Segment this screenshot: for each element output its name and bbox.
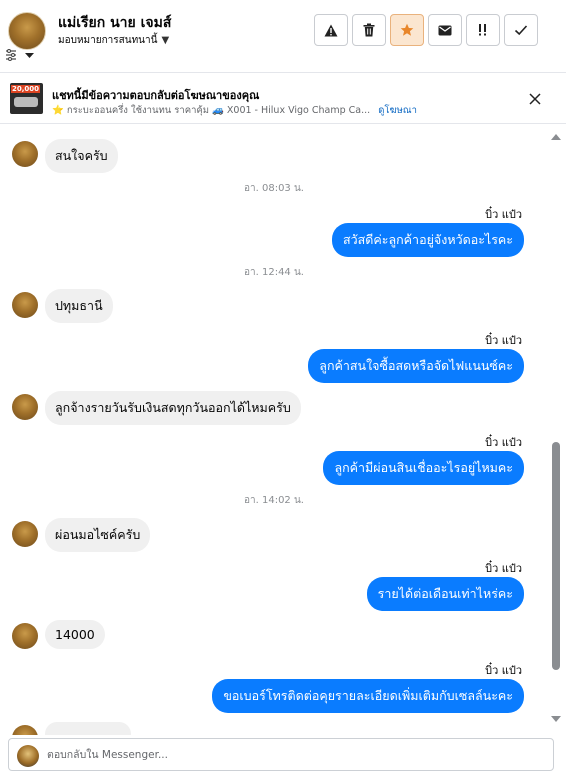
mark-unread-button[interactable]	[428, 14, 462, 46]
sender-name: บิ๋ว แป๋ว	[485, 334, 522, 347]
sender-name: บิ๋ว แป๋ว	[485, 436, 522, 449]
assign-label: มอบหมายการสนทนานี้	[58, 35, 158, 46]
message-timestamp: อา. 12:44 น.	[244, 267, 304, 278]
chevron-down-icon: ▼	[161, 35, 170, 46]
incoming-message[interactable]: 14000	[45, 620, 105, 649]
check-icon	[514, 25, 528, 36]
scroll-thumb[interactable]	[552, 442, 560, 670]
page-avatar	[17, 745, 39, 767]
warning-icon	[324, 24, 338, 36]
ad-description: ⭐ กระบะออนครึ่ง ใช้งานทน ราคาคุ้ม 🚙 X001…	[52, 105, 371, 116]
close-icon[interactable]	[526, 90, 544, 108]
done-button[interactable]	[504, 14, 538, 46]
trash-icon	[363, 23, 375, 37]
contact-avatar-small	[12, 521, 38, 547]
assign-conversation-dropdown[interactable]: มอบหมายการสนทนานี้ ▼	[58, 33, 169, 48]
reply-composer	[8, 738, 554, 771]
thread-scrollbar[interactable]	[549, 132, 561, 728]
delete-button[interactable]	[352, 14, 386, 46]
outgoing-message[interactable]: ลูกค้ามีผ่อนสินเชื่ออะไรอยู่ไหมคะ	[323, 451, 524, 485]
ad-banner-title: แชทนี้มีข้อความตอบกลับต่อโฆษณาของคุณ	[52, 89, 260, 102]
message-timestamp: อา. 08:03 น.	[244, 183, 304, 194]
incoming-message[interactable]: ผ่อนมอไซค์ครับ	[45, 518, 151, 552]
outgoing-message[interactable]: ลูกค้าสนใจซื้อสดหรือจัดไฟแนนซ์คะ	[308, 349, 524, 383]
contact-avatar[interactable]	[8, 12, 46, 50]
envelope-icon	[438, 25, 452, 35]
contact-name[interactable]: แม่เรียก นาย เจมส์	[58, 12, 171, 34]
incoming-message[interactable]: สนใจครับ	[45, 139, 118, 173]
incoming-message-partial[interactable]	[45, 722, 131, 735]
scroll-up-icon[interactable]	[551, 134, 561, 140]
spam-button[interactable]	[466, 14, 500, 46]
reply-input[interactable]	[47, 743, 537, 767]
report-button[interactable]	[314, 14, 348, 46]
view-ad-link[interactable]: ดูโฆษณา	[378, 103, 417, 118]
incoming-message[interactable]: ลูกจ้างรายวันรับเงินสดทุกวันออกได้ไหมครั…	[45, 391, 301, 425]
message-timestamp: อา. 14:02 น.	[244, 495, 304, 506]
ad-reply-banner: 20,000 แชทนี้มีข้อความตอบกลับต่อโฆษณาของ…	[0, 72, 566, 124]
ad-banner-subtitle: ⭐ กระบะออนครึ่ง ใช้งานทน ราคาคุ้ม 🚙 X001…	[52, 103, 417, 118]
sender-name: บิ๋ว แป๋ว	[485, 562, 522, 575]
contact-avatar-small	[12, 725, 38, 735]
outgoing-message[interactable]: ขอเบอร์โทรติดต่อคุยรายละเอียดเพิ่มเติมกั…	[212, 679, 524, 713]
outgoing-message[interactable]: รายได้ต่อเดือนเท่าไหร่คะ	[366, 577, 524, 611]
incoming-message[interactable]: ปทุมธานี	[45, 289, 113, 323]
message-thread[interactable]: สนใจครับ อา. 08:03 น. บิ๋ว แป๋ว สวัสดีค่…	[0, 125, 548, 735]
conversation-header: แม่เรียก นาย เจมส์ มอบหมายการสนทนานี้ ▼	[0, 0, 566, 68]
scroll-down-icon[interactable]	[551, 716, 561, 722]
contact-avatar-small	[12, 141, 38, 167]
outgoing-message[interactable]: สวัสดีค่ะลูกค้าอยู่จังหวัดอะไรคะ	[331, 223, 524, 257]
exclamation-icon	[479, 24, 486, 36]
ad-thumbnail[interactable]: 20,000	[10, 83, 43, 114]
star-icon	[400, 23, 414, 36]
contact-avatar-small	[12, 623, 38, 649]
car-image	[14, 97, 38, 107]
ad-price-badge: 20,000	[11, 85, 41, 93]
contact-avatar-small	[12, 394, 38, 420]
contact-avatar-small	[12, 292, 38, 318]
sender-name: บิ๋ว แป๋ว	[485, 664, 522, 677]
filter-settings-icon[interactable]	[5, 48, 35, 62]
sender-name: บิ๋ว แป๋ว	[485, 208, 522, 221]
star-button[interactable]	[390, 14, 424, 46]
